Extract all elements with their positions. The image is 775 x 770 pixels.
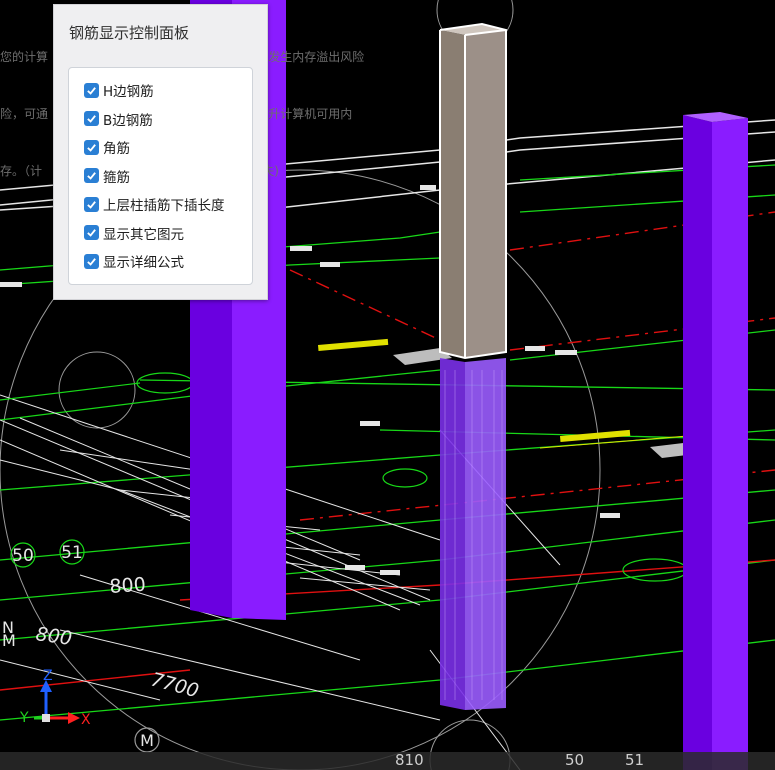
checkbox-show-other-elements[interactable]: 显示其它图元	[84, 222, 184, 244]
gizmo-z-label: Z	[43, 668, 53, 684]
checkbox-upper-column-dowel-length[interactable]: 上层柱插筋下插长度	[84, 193, 225, 215]
checkbox-h-side-rebar[interactable]: H边钢筋	[84, 79, 154, 101]
rebar-display-control-panel: 钢筋显示控制面板 H边钢筋 B边钢筋 角筋 箍筋 上层柱插筋下插长度 显示其它图…	[53, 4, 268, 300]
axis-label-M-left: M	[2, 631, 16, 650]
panel-checkbox-group: H边钢筋 B边钢筋 角筋 箍筋 上层柱插筋下插长度 显示其它图元 显示详细公式	[68, 67, 253, 285]
checkbox-label: 上层柱插筋下插长度	[103, 198, 225, 214]
bottom-label-50: 50	[565, 751, 585, 769]
checkbox-show-detailed-formula[interactable]: 显示详细公式	[84, 250, 184, 272]
checkbox-label: 显示其它图元	[103, 226, 184, 243]
gizmo-x-label: X	[81, 712, 91, 728]
axis-bubble-M: M	[134, 727, 160, 753]
checkbox-checked-icon[interactable]	[84, 225, 99, 240]
checkbox-label: 显示详细公式	[103, 255, 184, 271]
gizmo-y-label: Y	[19, 710, 29, 726]
rebar-column-middle-lower	[440, 358, 506, 710]
checkbox-checked-icon[interactable]	[84, 196, 99, 212]
checkbox-b-side-rebar[interactable]: B边钢筋	[84, 108, 153, 130]
checkbox-checked-icon[interactable]	[84, 168, 99, 183]
purple-column-right	[683, 112, 748, 770]
axis-label-51: 51	[61, 543, 83, 563]
checkbox-label: 角筋	[103, 141, 130, 157]
axis-label-M: M	[140, 731, 154, 750]
axis-bubble-51: 51	[59, 539, 85, 565]
checkbox-corner-rebar[interactable]: 角筋	[84, 136, 130, 158]
checkbox-checked-icon[interactable]	[84, 82, 99, 98]
checkbox-label: 箍筋	[103, 169, 130, 186]
checkbox-checked-icon[interactable]	[84, 253, 99, 269]
cad-3d-viewport[interactable]: 50 51 M 800 800 7700 N M Z X Y 您的计算 的内存不…	[0, 0, 775, 770]
panel-title: 钢筋显示控制面板	[69, 24, 190, 42]
bottom-status-strip	[0, 752, 775, 770]
bottom-label-810: 810	[395, 751, 424, 769]
checkbox-stirrup[interactable]: 箍筋	[84, 165, 130, 187]
axis-gizmo[interactable]: Z X Y	[19, 668, 91, 728]
dimension-7700: 7700	[149, 669, 201, 703]
checkbox-label: B边钢筋	[103, 112, 153, 129]
checkbox-checked-icon[interactable]	[84, 139, 99, 155]
axis-label-50: 50	[12, 546, 34, 566]
dimension-800-b: 800	[34, 623, 73, 650]
green-leader-left	[0, 382, 141, 401]
axis-circle-left	[58, 351, 136, 429]
bottom-label-51: 51	[625, 751, 645, 769]
rebar-column-middle-upper[interactable]	[439, 22, 507, 360]
axis-bubble-50: 50	[10, 542, 36, 568]
checkbox-label: H边钢筋	[103, 84, 154, 100]
dimension-800-a: 800	[109, 574, 147, 598]
checkbox-checked-icon[interactable]	[84, 111, 99, 126]
